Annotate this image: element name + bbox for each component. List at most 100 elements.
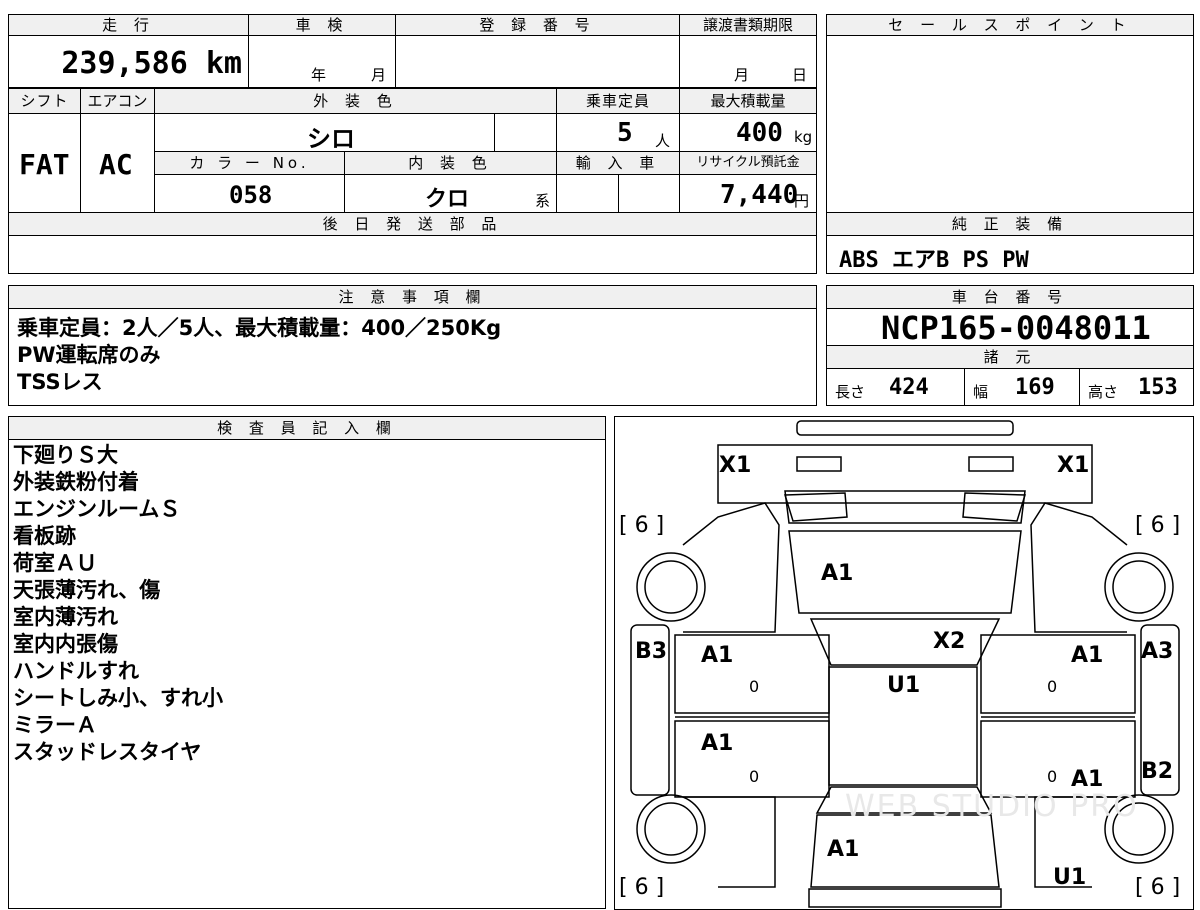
inspector-line: 看板跡 xyxy=(13,524,76,548)
mark-roof: U1 xyxy=(887,673,921,698)
inspector-line: エンジンルームＳ xyxy=(13,497,181,521)
transfer-cell: 月 日 xyxy=(679,35,817,88)
mark-tire-rl: [ 6 ] xyxy=(619,875,665,900)
recycle-cell: 7,440 円 xyxy=(679,174,817,213)
mark-zero-rl: 0 xyxy=(749,767,760,786)
mark-front-right-x: X1 xyxy=(1057,453,1090,478)
load-label: 最大積載量 xyxy=(679,88,817,114)
interior-value: クロ xyxy=(425,187,470,212)
transfer-day: 日 xyxy=(792,66,808,84)
recycle-label: リサイクル預託金 xyxy=(679,151,817,175)
import-cell-b xyxy=(618,174,680,213)
inspector-line: 天張薄汚れ、傷 xyxy=(13,578,161,602)
later-parts-label: 後 日 発 送 部 品 xyxy=(8,212,817,236)
mark-tire-rr: [ 6 ] xyxy=(1135,875,1181,900)
width-label: 幅 xyxy=(973,383,989,401)
chassis-number: NCP165-0048011 xyxy=(881,309,1151,347)
inspector-line: 室内薄汚れ xyxy=(13,605,118,629)
registration-cell xyxy=(395,35,680,88)
sales-point-cell xyxy=(826,35,1194,213)
caution-cell: 乗車定員：2人／5人、最大積載量：400／250Kg PW運転席のみ TSSレス xyxy=(8,308,817,406)
ac-label: エアコン xyxy=(80,88,155,114)
mark-rear: A1 xyxy=(827,837,860,862)
later-parts-cell xyxy=(8,235,817,274)
height-label: 高さ xyxy=(1088,383,1119,401)
inspector-line: ハンドルすれ xyxy=(13,659,139,683)
height-cell: 高さ 153 xyxy=(1079,368,1194,406)
shift-label: シフト xyxy=(8,88,81,114)
genuine-cell: ABS エアB PS PW xyxy=(826,235,1194,274)
car-diagram: X1 X1 [ 6 ] [ 6 ] [ 6 ] [ 6 ] A1 X2 U1 A… xyxy=(614,416,1194,910)
mark-tire-fr: [ 6 ] xyxy=(1135,513,1181,538)
interior-cell: クロ 系 xyxy=(344,174,557,213)
mark-rocker-r-front: A3 xyxy=(1141,639,1174,664)
genuine-value: ABS エアB PS PW xyxy=(839,248,1029,273)
inspector-line: シートしみ小、すれ小 xyxy=(13,686,223,710)
caution-line: 乗車定員：2人／5人、最大積載量：400／250Kg xyxy=(17,316,502,340)
inspector-line: 荷室ＡＵ xyxy=(13,551,97,575)
inspector-line: 外装鉄粉付着 xyxy=(13,470,139,494)
transfer-month: 月 xyxy=(734,66,750,84)
mark-hood: A1 xyxy=(821,561,854,586)
mark-tire-fl: [ 6 ] xyxy=(619,513,665,538)
caution-label: 注 意 事 項 欄 xyxy=(8,285,817,309)
inspector-line: スタッドレスタイヤ xyxy=(13,740,202,764)
mark-zero-fl: 0 xyxy=(749,677,760,696)
width-cell: 幅 169 xyxy=(964,368,1080,406)
shaken-label: 車 検 xyxy=(248,14,396,36)
inspector-line: 下廻りＳ大 xyxy=(13,443,118,467)
sales-point-label: セ ー ル ス ポ イ ン ト xyxy=(826,14,1194,36)
recycle-unit: 円 xyxy=(794,192,810,210)
length-label: 長さ xyxy=(835,383,866,401)
mark-door-fl: A1 xyxy=(701,643,734,668)
transfer-label: 譲渡書類期限 xyxy=(679,14,817,36)
interior-unit: 系 xyxy=(535,192,551,210)
shaken-cell: 年 月 xyxy=(248,35,396,88)
ac-value: AC xyxy=(99,148,133,181)
inspector-line: 室内内張傷 xyxy=(13,632,118,656)
mark-zero-fr: 0 xyxy=(1047,677,1058,696)
inspector-line: ミラーＡ xyxy=(13,713,97,737)
inspector-cell: 下廻りＳ大 外装鉄粉付着 エンジンルームＳ 看板跡 荷室ＡＵ 天張薄汚れ、傷 室… xyxy=(8,439,606,909)
mark-rocker-l: B3 xyxy=(635,639,668,664)
length-cell: 長さ 424 xyxy=(826,368,965,406)
registration-label: 登 録 番 号 xyxy=(395,14,680,36)
genuine-label: 純 正 装 備 xyxy=(826,212,1194,236)
import-label: 輸 入 車 xyxy=(556,151,680,175)
chassis-label: 車 台 番 号 xyxy=(826,285,1194,309)
mark-windshield: X2 xyxy=(933,629,966,654)
load-unit: kg xyxy=(794,128,813,146)
capacity-value: 5 xyxy=(617,118,633,148)
color-no-cell: 058 xyxy=(154,174,345,213)
exterior-cell: シロ xyxy=(154,113,495,153)
mark-zero-rr: 0 xyxy=(1047,767,1058,786)
shaken-year: 年 xyxy=(311,66,327,84)
inspector-label: 検 査 員 記 入 欄 xyxy=(8,416,606,440)
mark-front-left-x: X1 xyxy=(719,453,752,478)
import-cell-a xyxy=(556,174,619,213)
shift-value: FAT xyxy=(19,148,70,181)
ac-cell: AC xyxy=(80,113,155,213)
caution-line: TSSレス xyxy=(17,370,103,394)
interior-label: 内 装 色 xyxy=(344,151,557,175)
recycle-value: 7,440 xyxy=(720,180,799,210)
length-value: 424 xyxy=(889,375,929,400)
mark-rear-bumper-r: U1 xyxy=(1053,865,1087,890)
exterior-sub-cell xyxy=(494,113,557,152)
color-no-label: カ ラ ー No. xyxy=(154,151,345,175)
watermark: WEB STUDIO PRO xyxy=(845,789,1139,824)
caution-line: PW運転席のみ xyxy=(17,343,161,367)
shaken-month: 月 xyxy=(371,66,387,84)
capacity-label: 乗車定員 xyxy=(556,88,680,114)
color-no-value: 058 xyxy=(229,181,273,209)
shift-cell: FAT xyxy=(8,113,81,213)
width-value: 169 xyxy=(1015,375,1055,400)
exterior-value: シロ xyxy=(307,125,355,153)
chassis-cell: NCP165-0048011 xyxy=(826,308,1194,347)
mark-rocker-r-rear: B2 xyxy=(1141,759,1174,784)
mark-door-rl: A1 xyxy=(701,731,734,756)
spec-label: 諸 元 xyxy=(826,345,1194,369)
height-value: 153 xyxy=(1138,375,1178,400)
exterior-label: 外 装 色 xyxy=(154,88,557,114)
load-cell: 400 kg xyxy=(679,113,817,152)
